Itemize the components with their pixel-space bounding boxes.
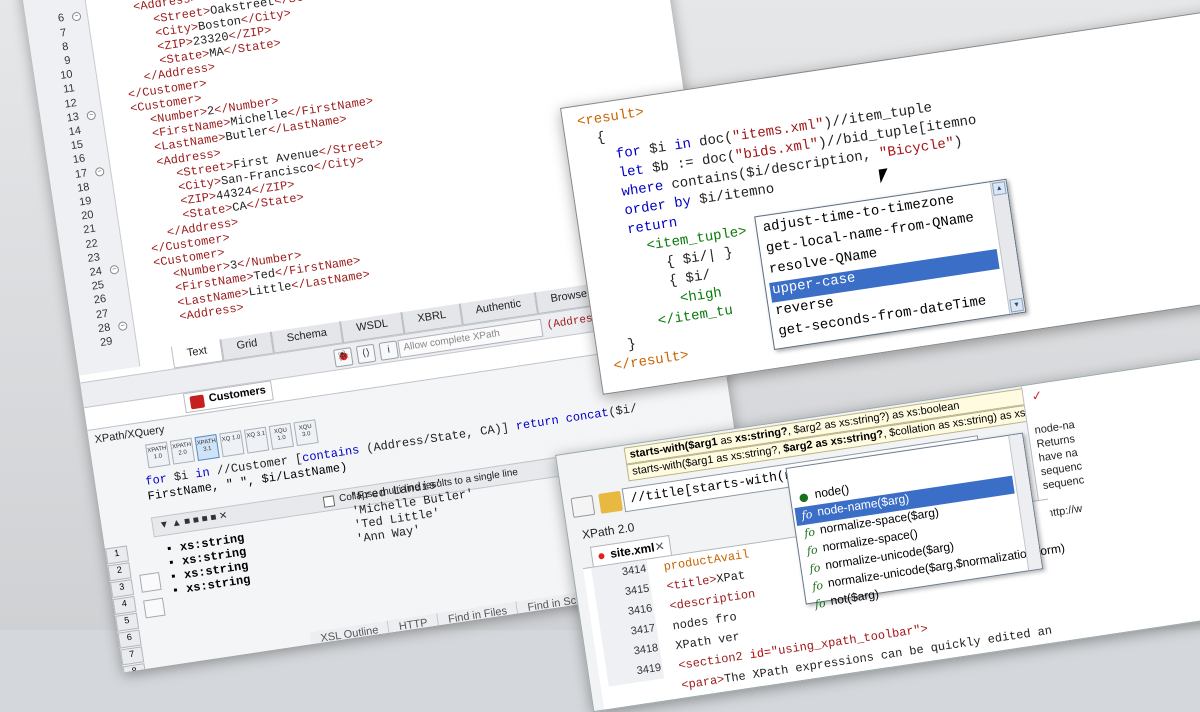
code-token: > xyxy=(737,223,748,241)
completion-popup[interactable]: adjust-time-to-timezone get-local-name-fr… xyxy=(754,178,1027,351)
code-token: in xyxy=(673,134,701,155)
code-token: result xyxy=(629,349,682,373)
version-button[interactable]: XPATH 3.1 xyxy=(194,433,220,461)
open-folder-icon[interactable] xyxy=(598,490,623,514)
result-tab[interactable]: 2 xyxy=(107,562,132,582)
scroll-down-icon[interactable]: ▼ xyxy=(1009,297,1025,313)
brackets-icon[interactable]: ⟨⟩ xyxy=(355,343,377,365)
tooltip-token: $arg1 xyxy=(687,435,719,453)
code-token: doc( xyxy=(700,148,737,170)
code-token: > xyxy=(919,621,929,637)
doc-tab-label: Customers xyxy=(208,384,267,405)
code-line: <result> xyxy=(576,105,645,131)
code-line: } xyxy=(610,336,637,356)
function-icon: fo xyxy=(806,543,819,558)
help-text: http://w xyxy=(1046,502,1084,520)
function-icon: fo xyxy=(814,596,827,612)
code-token: } xyxy=(609,336,638,357)
result-tab[interactable]: 3 xyxy=(110,579,135,599)
code-token: ($i/ xyxy=(607,401,639,420)
tooltip-token: as xyxy=(716,433,736,448)
checkmark-icon[interactable]: ✓ xyxy=(1030,387,1043,404)
code-line: XPath ver xyxy=(675,630,741,653)
bottom-tab-active[interactable]: XPath/XQuery xyxy=(238,651,332,673)
version-button[interactable]: XQ 1.0 xyxy=(219,430,245,458)
version-button[interactable]: XQU 3.0 xyxy=(293,419,319,447)
code-token: > xyxy=(679,347,690,365)
close-tab-icon[interactable]: ✕ xyxy=(654,539,666,554)
filter-icon[interactable] xyxy=(139,571,162,593)
code-token: { xyxy=(578,129,607,150)
code-token: XPat xyxy=(715,568,747,587)
code-token: XPath ver xyxy=(674,629,741,654)
code-token: $i xyxy=(648,138,676,159)
result-tab[interactable]: 4 xyxy=(112,595,137,615)
result-tab[interactable]: 7 xyxy=(120,646,145,666)
bug-icon[interactable]: 🐞 xyxy=(333,347,354,368)
version-button[interactable]: XPATH 1.0 xyxy=(145,441,171,469)
collapse-checkbox[interactable] xyxy=(322,495,336,508)
results-nav-icons[interactable]: ▼ ▲ ■ ■ ■ ■ ✕ xyxy=(158,510,228,531)
function-icon: fo xyxy=(800,507,814,523)
function-icon: fo xyxy=(803,525,816,540)
result-tab[interactable]: 1 xyxy=(104,545,130,565)
xml-file-icon xyxy=(189,394,206,410)
tools-icon[interactable] xyxy=(143,597,166,619)
function-label: node() xyxy=(813,482,850,501)
mouse-pointer-icon xyxy=(878,168,890,184)
bottom-tab[interactable]: XSL Outline xyxy=(309,620,391,649)
result-tab[interactable]: 5 xyxy=(115,612,140,632)
code-token: id= xyxy=(748,645,773,663)
code-token: <para> xyxy=(680,672,726,693)
code-token: result xyxy=(584,105,637,130)
side-tool-buttons xyxy=(139,571,166,626)
bottom-tab[interactable]: HTTP xyxy=(388,613,440,637)
code-token: <title> xyxy=(665,572,718,594)
new-file-icon[interactable] xyxy=(570,494,596,518)
code-line: { xyxy=(578,129,607,150)
node-icon: ● xyxy=(798,490,810,505)
code-token: doc( xyxy=(698,129,734,151)
scroll-up-icon[interactable]: ▲ xyxy=(991,181,1007,196)
function-icon: fo xyxy=(808,561,822,576)
version-button[interactable]: XQU 1.0 xyxy=(268,422,294,450)
code-token: ) xyxy=(953,133,964,152)
file-toolbar xyxy=(570,490,623,518)
function-icon: fo xyxy=(811,578,824,594)
version-button[interactable]: XQ 3.1 xyxy=(243,426,270,454)
code-token: > xyxy=(634,104,646,122)
xpath-version-select[interactable]: XPath 2.0 xyxy=(581,520,635,542)
result-tab[interactable]: 6 xyxy=(117,629,142,649)
info-icon[interactable]: i xyxy=(378,340,400,361)
modified-dot-icon xyxy=(598,552,605,560)
version-button[interactable]: XPATH 2.0 xyxy=(169,437,196,465)
